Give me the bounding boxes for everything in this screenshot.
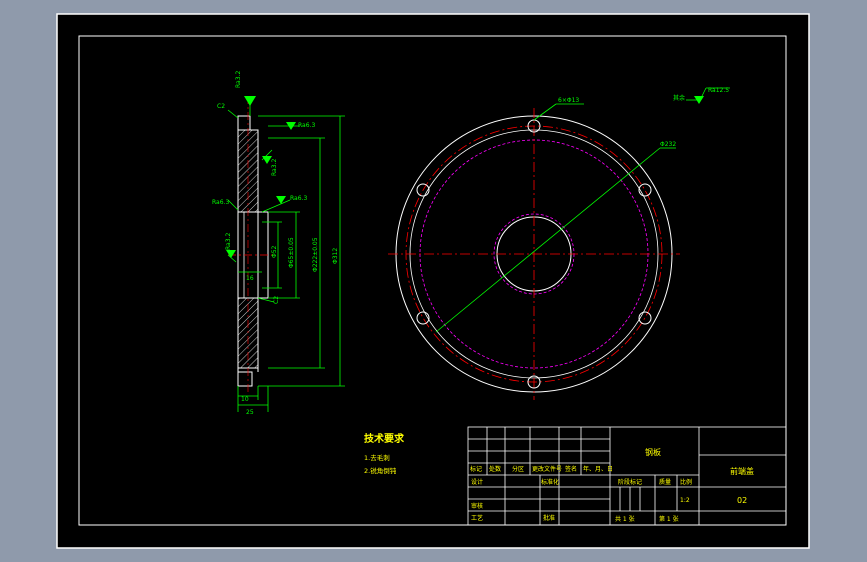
label-standard: 标准化 (541, 478, 559, 486)
row-label-count: 处数 (489, 465, 501, 473)
label-design: 设计 (471, 478, 483, 486)
mass-label: 质量 (659, 478, 671, 486)
roughness-top-label: Ra3.2 (235, 71, 242, 88)
label-review: 审核 (471, 502, 483, 510)
row-label-sign: 签名 (565, 465, 577, 473)
dim-d3-label: Φ222±0.05 (312, 237, 319, 272)
roughness-left-label: Ra6.3 (212, 199, 229, 206)
row-label-change: 更改文件号 (532, 465, 562, 473)
notes-line-2: 2.锐角倒钝 (364, 466, 397, 475)
roughness-left2-label: Ra3.2 (225, 233, 232, 250)
row-label-date: 年、月、日 (583, 465, 613, 473)
row-label-zone: 分区 (512, 465, 524, 473)
label-approve: 批准 (543, 514, 555, 522)
row-label-mark: 标记 (470, 465, 482, 473)
sheet-no: 第 1 张 (659, 515, 679, 523)
drawing-sheet (56, 13, 810, 549)
material-label: 钢板 (645, 447, 661, 457)
chamfer-top-label: C2 (217, 103, 225, 110)
dim-w1-label: 10 (241, 396, 249, 403)
diameter-label: Φ232 (660, 141, 676, 148)
dim-w2-label: 25 (246, 409, 254, 416)
scale-value: 1:2 (680, 497, 690, 504)
dim-d2-label: Φ65±0.05 (288, 237, 295, 268)
scale-label: 比例 (680, 478, 692, 486)
drawing-number: 02 (737, 496, 747, 505)
dim-w3-label: 16 (246, 275, 254, 282)
roughness-face-label: Ra3.2 (271, 159, 278, 176)
dim-d4-label: Φ312 (332, 248, 339, 264)
dim-d1-label: Φ52 (271, 245, 278, 258)
other-roughness-label: Ra12.5 (708, 87, 729, 94)
notes-title: 技术要求 (364, 432, 405, 445)
chamfer-bottom-label: C2 (273, 296, 280, 304)
holes-label: 6×Φ13 (558, 97, 579, 104)
label-process: 工艺 (471, 514, 483, 522)
stage-label: 阶段标记 (618, 478, 642, 486)
sheet-total: 共 1 张 (615, 515, 635, 523)
roughness-bore-label: Ra6.3 (298, 122, 315, 129)
cad-drawing-canvas: Ra3.2 C2 Ra6.3 Ra3.2 Ra6.3 Ra6.3 Ra3.2 Φ… (56, 13, 810, 549)
notes-line-1: 1.去毛刺 (364, 453, 390, 462)
roughness-side-label: Ra6.3 (290, 195, 307, 202)
other-label: 其余 (673, 94, 685, 102)
part-name: 前端盖 (730, 466, 754, 476)
